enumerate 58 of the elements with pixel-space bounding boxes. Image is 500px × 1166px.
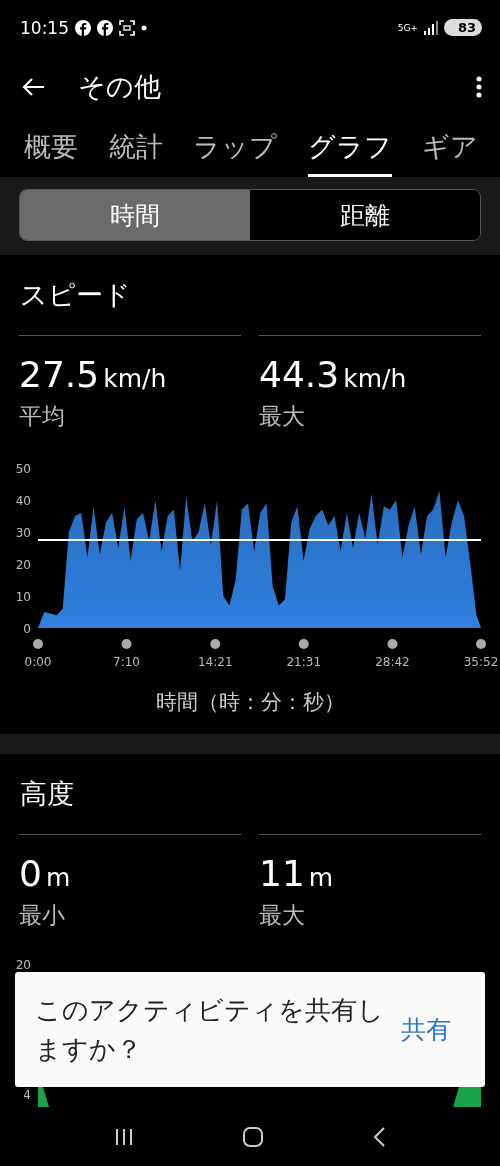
segment-button[interactable]: 距離	[250, 190, 480, 240]
stat-value: 44.3	[259, 354, 340, 395]
page-title: その他	[78, 70, 162, 104]
stat-value: 0	[19, 853, 42, 894]
stat-label: 最大	[259, 402, 306, 431]
dot-icon	[141, 24, 147, 31]
axis-label: 21:31	[286, 655, 322, 669]
more-menu-icon	[476, 76, 482, 98]
stat-value: 27.5	[19, 354, 100, 395]
facebook-icon	[75, 19, 91, 36]
axis-label: 50	[15, 462, 31, 476]
axis-label: 35:52	[463, 655, 499, 669]
area-fill	[38, 1087, 49, 1107]
facebook-icon	[97, 19, 113, 36]
section-title: 高度	[19, 777, 75, 811]
section-title: スピード	[19, 278, 132, 312]
tab[interactable]: ラップ	[193, 119, 277, 177]
stat-unit: m	[45, 863, 71, 892]
back-icon	[372, 1125, 386, 1148]
screenshot-icon	[119, 19, 135, 36]
axis-label: 14:21	[197, 655, 233, 669]
axis-label: 0:00	[24, 655, 52, 669]
tick-dot	[210, 639, 221, 649]
tab[interactable]: 概要	[24, 119, 78, 177]
recents-icon	[114, 1126, 134, 1147]
home-icon	[242, 1125, 264, 1148]
signal-icon	[423, 20, 438, 35]
segment-button[interactable]: 時間	[20, 190, 250, 240]
axis-label: 30	[15, 526, 31, 540]
tick-dot	[387, 639, 398, 649]
tick-dot	[33, 639, 43, 649]
axis-label: 0	[23, 622, 31, 636]
back-arrow-icon	[22, 77, 46, 97]
clock: 10:15	[20, 17, 69, 38]
stat-label: 最大	[259, 901, 306, 930]
axis-label: 40	[15, 494, 31, 508]
axis-title: 時間（時：分：秒）	[154, 689, 346, 716]
stat-label: 最小	[19, 901, 66, 930]
tick-dot	[298, 639, 309, 649]
stat-value: 11	[259, 853, 305, 894]
battery-level: 83	[443, 19, 482, 36]
tab[interactable]: 統計	[108, 119, 163, 177]
stat-unit: m	[308, 863, 334, 892]
tick-dot	[121, 639, 132, 649]
axis-label: 4	[23, 1088, 31, 1102]
axis-label: 20	[15, 958, 31, 972]
tab[interactable]: ギア	[422, 119, 478, 177]
tick-dot	[476, 639, 486, 649]
stat-label: 平均	[19, 402, 66, 431]
axis-label: 28:42	[375, 655, 410, 669]
axis-label: 20	[15, 558, 31, 572]
stat-unit: km/h	[103, 364, 167, 393]
share-button[interactable]: 共有	[401, 1013, 451, 1046]
snackbar-message: このアクティビティを共有しますか？	[35, 993, 385, 1066]
network-label: 5G+	[397, 22, 418, 33]
stat-unit: km/h	[343, 364, 407, 393]
axis-label: 7:10	[113, 655, 140, 669]
axis-label: 10	[15, 590, 31, 604]
